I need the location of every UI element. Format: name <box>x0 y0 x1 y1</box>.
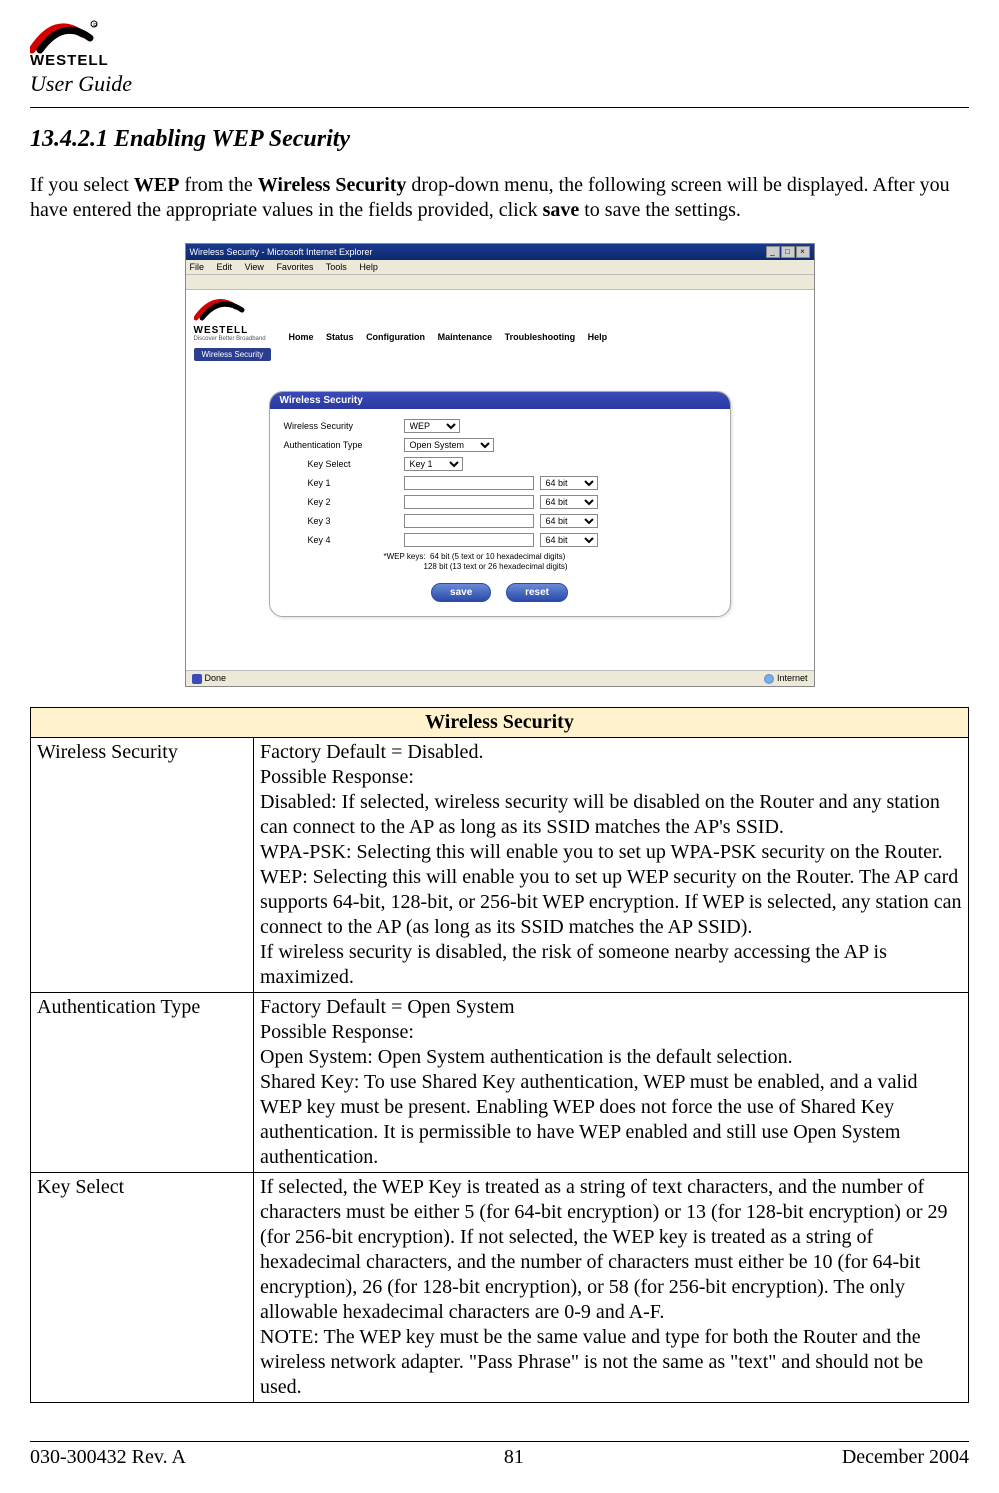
status-net-text: Internet <box>777 673 808 683</box>
note-line2: 128 bit (13 text or 26 hexadecimal digit… <box>424 562 568 571</box>
footer-divider <box>30 1441 969 1442</box>
nav-troubleshooting[interactable]: Troubleshooting <box>505 332 576 342</box>
label-key1: Key 1 <box>308 478 404 488</box>
panel-title: Wireless Security <box>270 392 730 409</box>
section-title-text: Enabling WEP Security <box>114 126 350 152</box>
label-auth-type: Authentication Type <box>284 440 404 450</box>
sub-tab-wireless-security[interactable]: Wireless Security <box>194 348 272 361</box>
menu-help[interactable]: Help <box>359 262 378 272</box>
page-footer: 030-300432 Rev. A 81 December 2004 <box>30 1441 969 1469</box>
wireless-security-table: Wireless Security Wireless Security Fact… <box>30 707 969 1403</box>
menu-favorites[interactable]: Favorites <box>276 262 313 272</box>
input-key2[interactable] <box>404 495 534 509</box>
done-icon <box>192 674 202 684</box>
intro-text: If you select <box>30 174 134 196</box>
brand-tagline: Discover Better Broadband <box>194 336 274 342</box>
menu-file[interactable]: File <box>190 262 205 272</box>
content-brand-name: WESTELL <box>194 325 274 336</box>
save-button[interactable]: save <box>431 583 491 602</box>
window-title: Wireless Security - Microsoft Internet E… <box>190 247 373 257</box>
intro-bold-wireless-security: Wireless Security <box>258 174 407 196</box>
select-auth-type[interactable]: Open System <box>404 438 494 452</box>
label-key3: Key 3 <box>308 516 404 526</box>
menu-edit[interactable]: Edit <box>217 262 233 272</box>
select-key1-bits[interactable]: 64 bit <box>540 476 598 490</box>
select-wireless-security[interactable]: WEP <box>404 419 460 433</box>
note-line1: 64 bit (5 text or 10 hexadecimal digits) <box>430 552 565 561</box>
internet-icon <box>764 674 774 684</box>
table-row: Key Select If selected, the WEP Key is t… <box>31 1173 969 1403</box>
select-key2-bits[interactable]: 64 bit <box>540 495 598 509</box>
intro-bold-save: save <box>543 199 580 221</box>
minimize-button[interactable]: _ <box>766 246 780 258</box>
settings-panel: Wireless Security Wireless Security WEP … <box>269 391 731 617</box>
browser-window: Wireless Security - Microsoft Internet E… <box>185 243 815 687</box>
menu-tools[interactable]: Tools <box>326 262 347 272</box>
intro-bold-wep: WEP <box>134 174 180 196</box>
nav-maintenance[interactable]: Maintenance <box>438 332 493 342</box>
maximize-button[interactable]: □ <box>781 246 795 258</box>
page-content: WESTELL Discover Better Broadband Home S… <box>186 290 814 670</box>
browser-menubar[interactable]: File Edit View Favorites Tools Help <box>186 260 814 275</box>
section-number: 13.4.2.1 <box>30 126 108 152</box>
nav-status[interactable]: Status <box>326 332 354 342</box>
brand-name: WESTELL <box>30 52 120 69</box>
reset-button[interactable]: reset <box>506 583 568 602</box>
nav-help[interactable]: Help <box>588 332 608 342</box>
cell-name-0: Wireless Security <box>31 738 254 993</box>
label-key4: Key 4 <box>308 535 404 545</box>
select-key3-bits[interactable]: 64 bit <box>540 514 598 528</box>
menu-view[interactable]: View <box>245 262 264 272</box>
table-row: Wireless Security Factory Default = Disa… <box>31 738 969 993</box>
main-nav[interactable]: Home Status Configuration Maintenance Tr… <box>284 332 613 342</box>
browser-statusbar: Done Internet <box>186 670 814 686</box>
nav-configuration[interactable]: Configuration <box>366 332 425 342</box>
footer-date: December 2004 <box>842 1446 969 1469</box>
cell-desc-2: If selected, the WEP Key is treated as a… <box>254 1173 969 1403</box>
close-button[interactable]: × <box>796 246 810 258</box>
cell-name-1: Authentication Type <box>31 993 254 1173</box>
table-header: Wireless Security <box>31 708 969 738</box>
brand-logo: R WESTELL <box>30 20 120 69</box>
intro-text: to save the settings. <box>579 199 741 221</box>
window-buttons[interactable]: _□× <box>765 246 810 258</box>
svg-text:R: R <box>93 23 97 29</box>
input-key1[interactable] <box>404 476 534 490</box>
input-key3[interactable] <box>404 514 534 528</box>
select-key4-bits[interactable]: 64 bit <box>540 533 598 547</box>
content-logo: WESTELL Discover Better Broadband <box>194 296 274 342</box>
intro-text: from the <box>179 174 257 196</box>
input-key4[interactable] <box>404 533 534 547</box>
browser-toolbar <box>186 275 814 290</box>
note-prefix: *WEP keys: <box>384 552 426 561</box>
select-key-select[interactable]: Key 1 <box>404 457 463 471</box>
window-titlebar: Wireless Security - Microsoft Internet E… <box>186 244 814 260</box>
footer-page-number: 81 <box>504 1446 524 1469</box>
header-divider <box>30 107 969 108</box>
label-key2: Key 2 <box>308 497 404 507</box>
cell-desc-1: Factory Default = Open System Possible R… <box>254 993 969 1173</box>
status-done-text: Done <box>205 673 227 683</box>
cell-desc-0: Factory Default = Disabled. Possible Res… <box>254 738 969 993</box>
user-guide-label: User Guide <box>30 71 969 97</box>
label-wireless-security: Wireless Security <box>284 421 404 431</box>
wep-note: *WEP keys: 64 bit (5 text or 10 hexadeci… <box>384 552 716 571</box>
section-heading: 13.4.2.1 Enabling WEP Security <box>30 126 969 153</box>
label-key-select: Key Select <box>308 459 404 469</box>
intro-paragraph: If you select WEP from the Wireless Secu… <box>30 173 969 223</box>
nav-home[interactable]: Home <box>289 332 314 342</box>
cell-name-2: Key Select <box>31 1173 254 1403</box>
footer-docid: 030-300432 Rev. A <box>30 1446 186 1469</box>
table-row: Authentication Type Factory Default = Op… <box>31 993 969 1173</box>
